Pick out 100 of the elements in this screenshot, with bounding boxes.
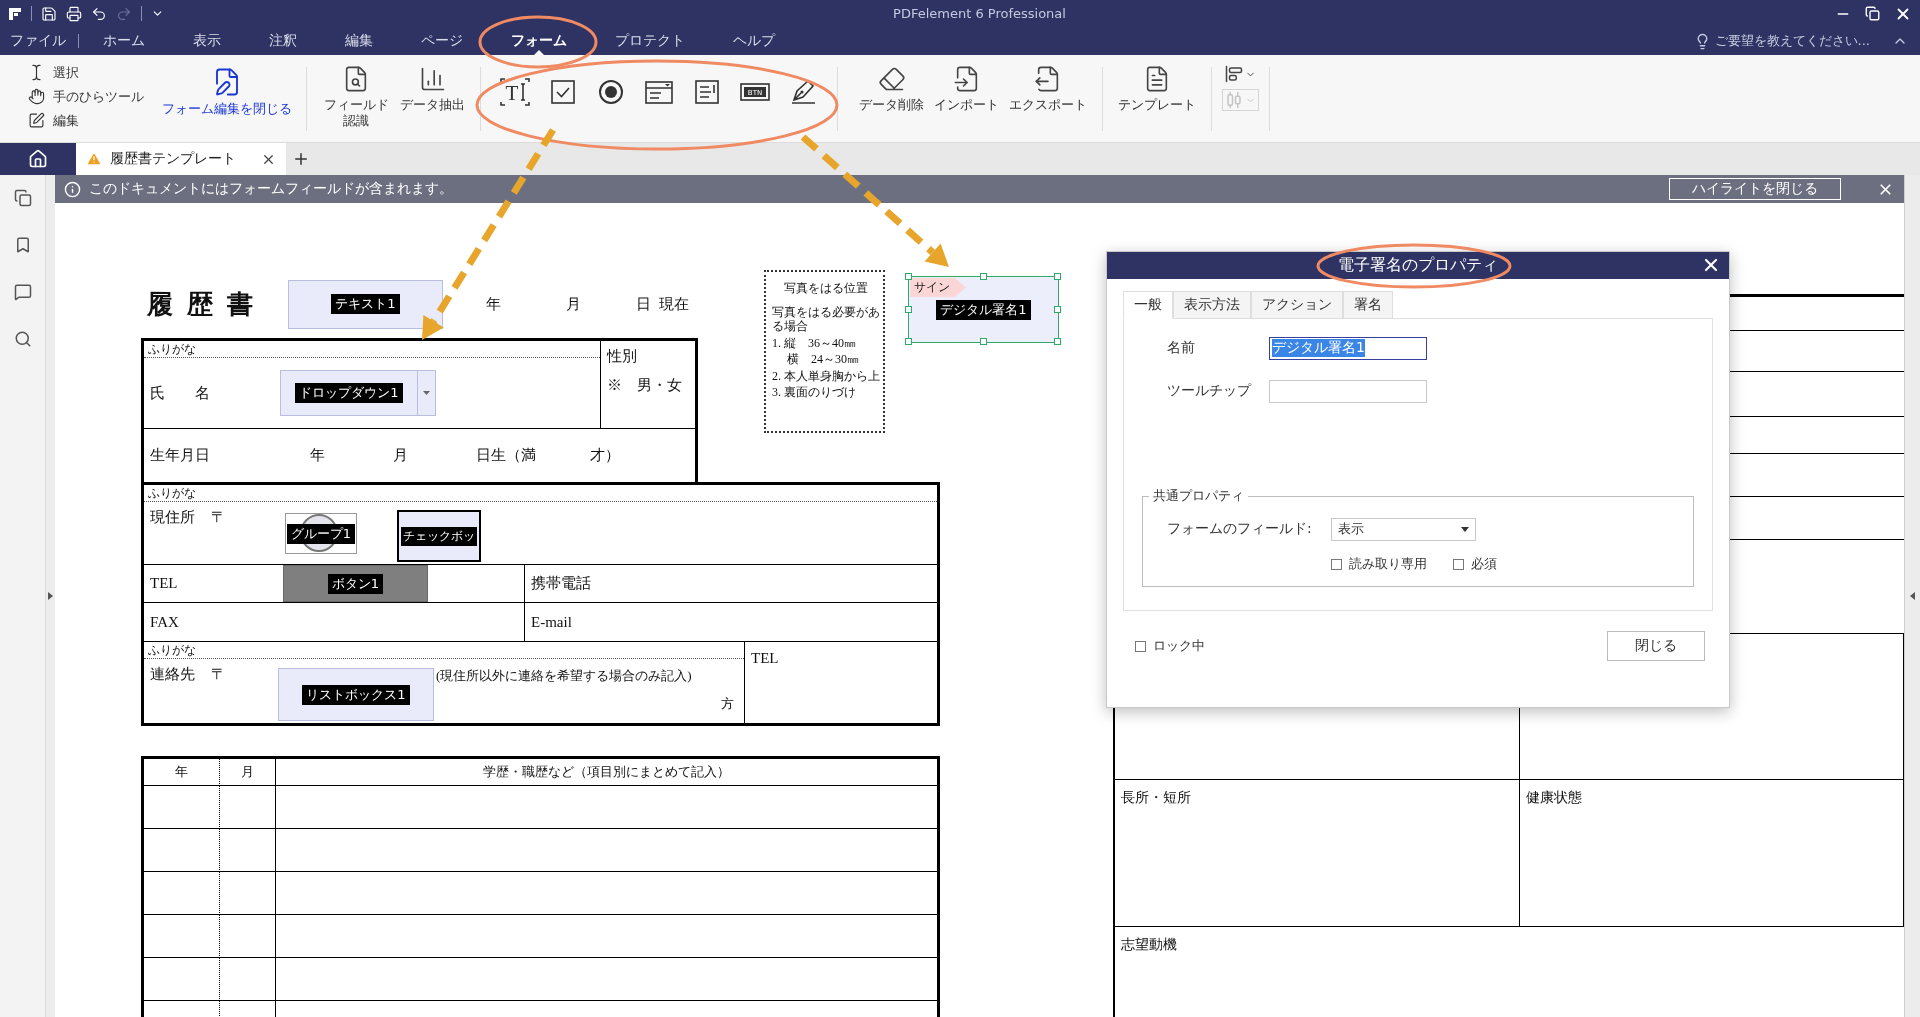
collapse-panel-icon[interactable] (1910, 592, 1915, 600)
tel-label: TEL (751, 650, 779, 667)
new-tab-icon[interactable] (292, 150, 310, 168)
resize-handle[interactable] (1054, 305, 1061, 313)
expand-icon[interactable] (48, 592, 53, 600)
contact-note: (現住所以外に連絡を希望する場合のみ記入) (436, 667, 693, 685)
field-label: グループ1 (286, 523, 356, 544)
resize-handle[interactable] (979, 338, 987, 345)
align-icon (1225, 65, 1243, 83)
email-label: E-mail (530, 613, 572, 631)
list-box-form-field[interactable]: リストボックス1 (278, 668, 434, 721)
column-header: 年 (175, 763, 188, 781)
restore-icon[interactable] (1865, 6, 1880, 21)
close-highlight-button[interactable]: ハイライトを閉じる (1669, 178, 1841, 200)
document-tab[interactable]: 履歴書テンプレート (76, 143, 286, 175)
comment-icon[interactable] (13, 283, 32, 301)
data-extraction-button[interactable]: データ抽出 (397, 61, 468, 113)
gender-options: ※ 男・女 (607, 376, 689, 395)
section-label: 志望動機 (1121, 937, 1177, 952)
dialog-tab[interactable]: アクション (1251, 291, 1343, 319)
menu-tab[interactable]: 表示 (169, 27, 245, 55)
tell-me-link[interactable]: ご要望を教えてください... (1714, 32, 1870, 50)
distribute-icon (1225, 91, 1243, 109)
undo-icon[interactable] (91, 5, 107, 22)
required-checkbox[interactable]: 必須 (1453, 555, 1497, 573)
app-logo (8, 6, 22, 21)
honorific-suffix: 方 (721, 695, 734, 713)
import-button[interactable]: インポート (931, 61, 1002, 113)
field-label: ドロップダウン1 (295, 383, 403, 403)
table-cell (220, 829, 276, 872)
resize-handle[interactable] (905, 273, 912, 280)
close-form-edit-button[interactable]: フォーム編集を閉じる (158, 67, 296, 118)
locked-checkbox[interactable]: ロック中 (1135, 637, 1205, 655)
template-button[interactable]: テンプレート (1115, 61, 1199, 113)
push-button-form-field[interactable]: ボタン1 (283, 565, 428, 602)
gender-label: 性別 (607, 347, 638, 366)
caret-icon (423, 391, 430, 395)
field-label: リストボックス1 (302, 684, 410, 705)
name-field[interactable]: デジタル署名1 (1269, 336, 1427, 360)
close-button[interactable]: 閉じる (1607, 631, 1705, 661)
photo-instruction: 横 24～30㎜ (786, 352, 860, 367)
tooltip-field[interactable] (1269, 379, 1427, 403)
group-legend: 共通プロパティ (1149, 487, 1248, 505)
field-label: ボタン1 (327, 573, 384, 594)
select-tool[interactable]: 選択 (28, 61, 144, 84)
postal-mark: 〒 (211, 508, 226, 527)
print-icon[interactable] (66, 5, 82, 22)
date-label: 現在 (659, 294, 689, 314)
menu-tab[interactable]: 注釈 (245, 27, 321, 55)
clear-data-button[interactable]: データ削除 (856, 61, 927, 113)
resize-handle[interactable] (905, 305, 912, 313)
read-only-checkbox[interactable]: 読み取り専用 (1331, 555, 1427, 573)
resize-handle[interactable] (979, 273, 987, 280)
pages-icon[interactable] (13, 189, 32, 207)
photo-title: 写真をはる位置 (783, 280, 869, 297)
menu-tab[interactable]: フォーム (487, 27, 591, 55)
hand-tool[interactable]: 手のひらツール (28, 85, 144, 108)
dialog-tab[interactable]: 一般 (1123, 291, 1173, 319)
date-label: 月 (566, 294, 581, 314)
menu-tab[interactable]: ページ (397, 27, 487, 55)
save-icon[interactable] (41, 5, 57, 22)
address-label: 現住所 (150, 508, 195, 527)
radio-form-field[interactable]: グループ1 (285, 513, 357, 554)
table-cell (220, 915, 276, 958)
photo-instruction: 2. 本人単身胸から上 (772, 368, 880, 383)
home-tab[interactable] (0, 143, 76, 175)
menu-tab[interactable]: 編集 (321, 27, 397, 55)
hand-icon (28, 88, 45, 105)
dialog-tab[interactable]: 表示方法 (1173, 291, 1251, 319)
field-label: デジタル署名1 (936, 299, 1031, 320)
resize-handle[interactable] (1054, 338, 1061, 345)
signature-form-field[interactable]: サイン デジタル署名1 (908, 276, 1059, 343)
photo-instruction: 1. 縦 36～40㎜ (772, 335, 857, 351)
date-part-label: 日生（満 (476, 446, 537, 465)
section-label: 長所・短所 (1121, 790, 1191, 805)
edit-icon (28, 112, 45, 129)
menu-tab[interactable]: ヘルプ (709, 27, 799, 55)
table-cell (220, 872, 276, 915)
dropdown-form-field[interactable]: ドロップダウン1 (280, 370, 436, 416)
column-header: 学歴・職歴など（項目別にまとめて記入） (483, 763, 730, 781)
field-recognition-button[interactable]: フィールド認識 (319, 61, 393, 129)
furigana-label: ふりがな (144, 341, 600, 358)
window-title: PDFelement 6 Professional (892, 6, 1067, 21)
date-part-label: 才） (590, 446, 621, 465)
checkbox-form-field[interactable]: チェックボッ (397, 510, 481, 562)
section-label: 健康状態 (1526, 790, 1582, 805)
resize-handle[interactable] (905, 338, 912, 345)
mobile-label: 携帯電話 (530, 574, 591, 593)
search-icon[interactable] (13, 330, 32, 348)
caret-icon (1461, 526, 1469, 532)
resize-handle[interactable] (1054, 273, 1061, 280)
visibility-select[interactable]: 表示 (1331, 517, 1476, 541)
dialog-tab[interactable]: 署名 (1343, 291, 1393, 319)
export-button[interactable]: エクスポート (1006, 61, 1090, 113)
resume-title: 履歴書 (147, 288, 268, 321)
column-header: 月 (241, 763, 254, 781)
text-form-field[interactable]: テキスト1 (288, 279, 443, 329)
edit-tool[interactable]: 編集 (28, 109, 144, 132)
birthdate-label: 生年月日 (150, 446, 211, 465)
menu-tab[interactable]: プロテクト (591, 27, 709, 55)
